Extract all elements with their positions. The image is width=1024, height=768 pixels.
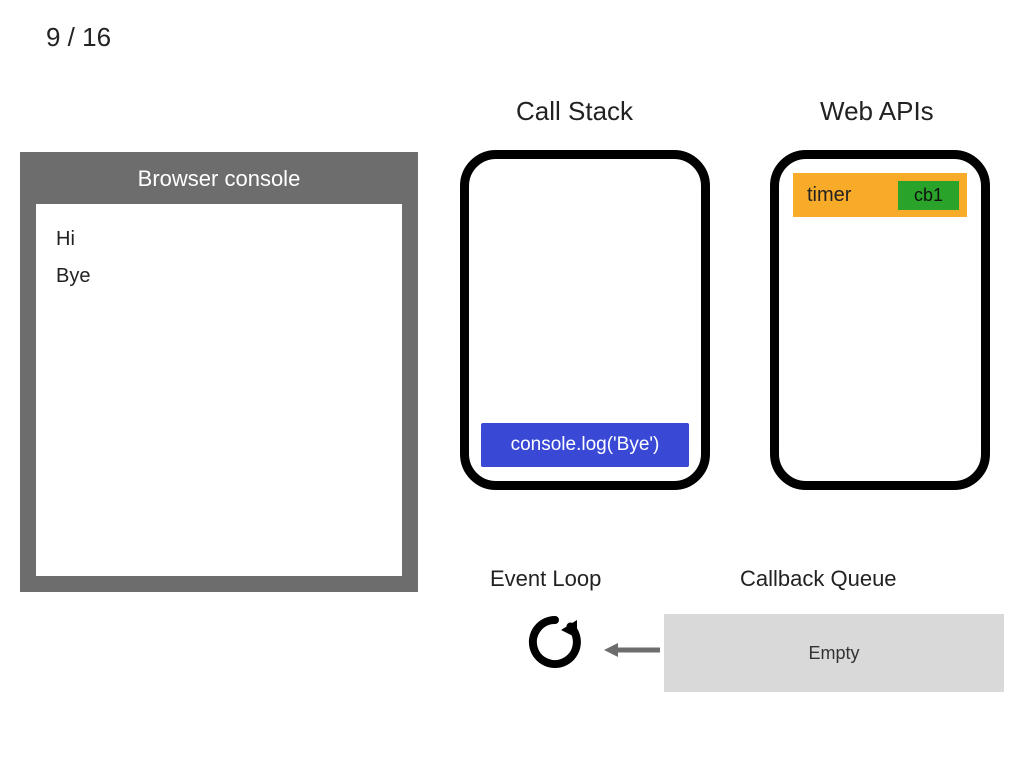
webapi-timer-label: timer <box>807 184 851 207</box>
event-loop-icon <box>525 612 585 672</box>
browser-console-title: Browser console <box>20 166 418 192</box>
arrow-left-icon <box>604 640 660 660</box>
heading-call-stack: Call Stack <box>516 96 633 127</box>
webapi-timer: timer cb1 <box>793 173 967 217</box>
heading-callback-queue: Callback Queue <box>740 566 897 592</box>
heading-event-loop: Event Loop <box>490 566 601 592</box>
heading-web-apis: Web APIs <box>820 96 934 127</box>
console-line: Hi <box>56 228 382 251</box>
callback-queue: Empty <box>664 614 1004 692</box>
stack-frame: console.log('Bye') <box>481 423 689 467</box>
browser-console-body: Hi Bye <box>36 204 402 576</box>
browser-console: Browser console Hi Bye <box>20 152 418 592</box>
web-apis-panel: timer cb1 <box>770 150 990 490</box>
console-line: Bye <box>56 265 382 288</box>
diagram-stage: 9 / 16 Browser console Hi Bye Call Stack… <box>0 0 1024 768</box>
webapi-timer-callback: cb1 <box>898 181 959 210</box>
page-counter: 9 / 16 <box>46 22 111 53</box>
call-stack-panel: console.log('Bye') <box>460 150 710 490</box>
callback-queue-state: Empty <box>808 643 859 664</box>
